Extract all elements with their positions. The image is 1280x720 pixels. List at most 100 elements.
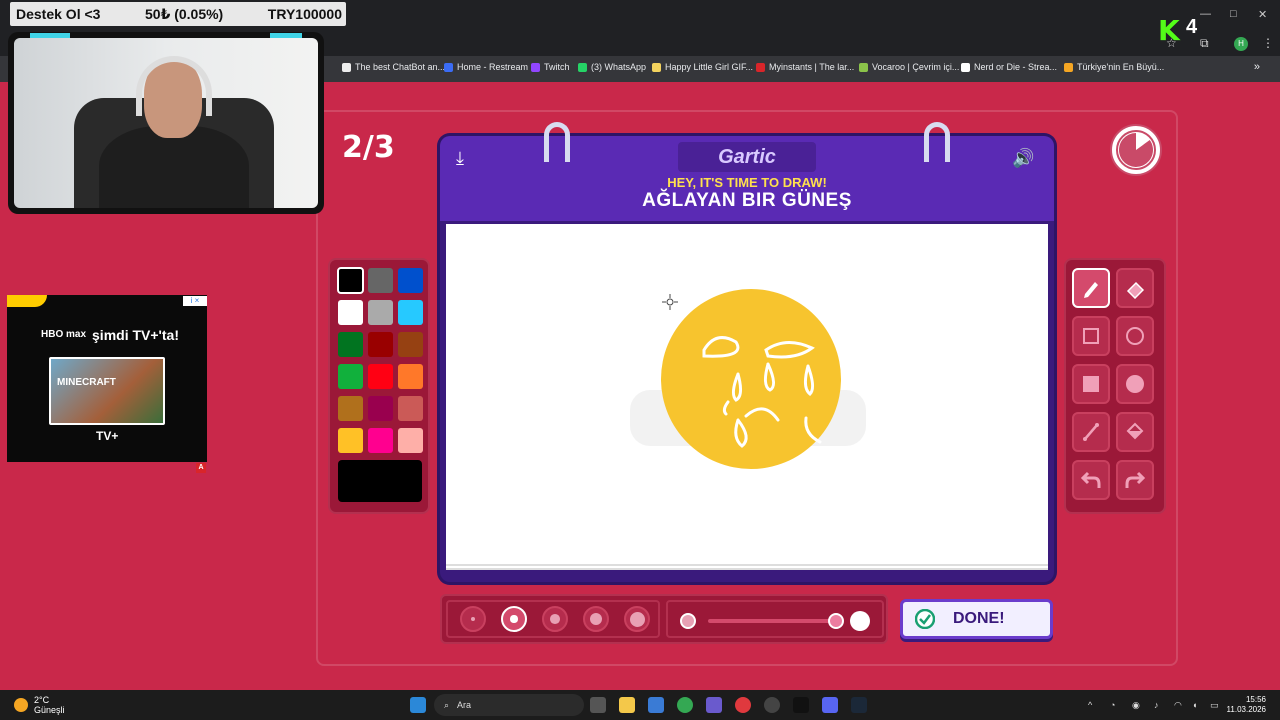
mic-icon[interactable]: ♪ <box>1154 700 1159 710</box>
bookmark-label: (3) WhatsApp <box>591 62 647 72</box>
bookmark-icon <box>578 62 587 72</box>
tool-bucket[interactable] <box>1116 412 1154 452</box>
tool-ellipse[interactable] <box>1116 316 1154 356</box>
menu-dots-icon[interactable]: ⋮ <box>1262 36 1274 50</box>
battery-icon[interactable]: ▭ <box>1210 700 1219 711</box>
minimize-icon[interactable]: — <box>1200 8 1211 20</box>
extensions-icon[interactable]: ⧉ <box>1200 36 1209 51</box>
app-icon[interactable] <box>764 697 780 713</box>
steam-icon[interactable] <box>851 697 867 713</box>
bookmark-label: Türkiye'nin En Büyü... <box>1077 62 1165 72</box>
taskbar-search[interactable]: ⌕ Ara <box>434 694 584 716</box>
color-swatch[interactable] <box>368 428 393 453</box>
color-swatch[interactable] <box>338 332 363 357</box>
crosshair-cursor <box>662 294 678 310</box>
drawing-pad: ⤓ Gartic 🔊 HEY, IT'S TIME TO DRAW! AĞLAY… <box>440 122 1054 582</box>
app-tray-icon[interactable]: ◉ <box>1132 700 1140 711</box>
store-icon[interactable] <box>648 697 664 713</box>
bookmark-icon <box>342 62 351 72</box>
streamer-body <box>99 126 249 208</box>
tool-filled-ellipse[interactable] <box>1116 364 1154 404</box>
bookmark-item[interactable]: Happy Little Girl GIF... <box>652 62 753 72</box>
color-swatch[interactable] <box>368 300 393 325</box>
color-swatch[interactable] <box>398 332 423 357</box>
profile-avatar[interactable]: H <box>1234 37 1248 51</box>
color-swatch[interactable] <box>398 300 423 325</box>
close-icon[interactable]: ✕ <box>1258 8 1267 21</box>
brush-size-2[interactable] <box>501 606 527 632</box>
sound-icon[interactable]: 🔊 <box>1012 148 1034 169</box>
bucket-icon <box>1126 422 1144 440</box>
chrome-icon[interactable] <box>677 697 693 713</box>
color-swatch[interactable] <box>398 364 423 389</box>
windows-start-icon[interactable] <box>410 697 426 713</box>
filled-ellipse-icon <box>1126 375 1144 393</box>
brush-size-5[interactable] <box>624 606 650 632</box>
network-icon[interactable]: ◔ <box>1110 700 1115 710</box>
advertisement[interactable]: HBO max şimdi TV+'ta! MINECRAFT TV+ <box>7 295 207 462</box>
discord-icon[interactable] <box>822 697 838 713</box>
tool-filled-rectangle[interactable] <box>1072 364 1110 404</box>
chevron-right-double-icon[interactable]: » <box>1254 61 1260 73</box>
task-view-icon[interactable] <box>590 697 606 713</box>
bookmark-item[interactable]: (3) WhatsApp <box>578 62 646 72</box>
tool-pencil[interactable] <box>1072 268 1110 308</box>
tool-rectangle[interactable] <box>1072 316 1110 356</box>
clock[interactable]: 15:56 11.03.2026 <box>1227 695 1266 715</box>
bookmark-item[interactable]: Vocaroo | Çevrim içi... <box>859 62 959 72</box>
tiktok-icon[interactable] <box>793 697 809 713</box>
color-swatch[interactable] <box>398 396 423 421</box>
done-button[interactable]: DONE! <box>900 599 1053 639</box>
color-swatch[interactable] <box>338 300 363 325</box>
obs-icon[interactable] <box>735 697 751 713</box>
color-swatch[interactable] <box>368 268 393 293</box>
brush-size-1[interactable] <box>460 606 486 632</box>
ad-info-icon[interactable]: i × <box>183 296 207 306</box>
volume-icon[interactable]: ◖ <box>1192 700 1197 710</box>
bookmark-item[interactable]: Nerd or Die - Strea... <box>961 62 1057 72</box>
bookmark-label: Happy Little Girl GIF... <box>665 62 754 72</box>
bookmark-icon <box>444 62 453 72</box>
drawing <box>630 289 866 469</box>
file-explorer-icon[interactable] <box>619 697 635 713</box>
bookmark-item[interactable]: Twitch <box>531 62 570 72</box>
kick-logo: K <box>1158 14 1180 47</box>
donation-progress: 50₺ (0.05%) <box>145 5 224 22</box>
undo-icon <box>1080 471 1101 488</box>
tool-eraser[interactable] <box>1116 268 1154 308</box>
bookmark-item[interactable]: Myinstants | The lar... <box>756 62 854 72</box>
app-icon[interactable] <box>706 697 722 713</box>
bookmark-item[interactable]: Türkiye'nin En Büyü... <box>1064 62 1164 72</box>
drawing-canvas[interactable] <box>446 224 1048 570</box>
color-swatch[interactable] <box>398 428 423 453</box>
opacity-slider-handle[interactable] <box>828 613 844 629</box>
tool-undo[interactable] <box>1072 460 1110 500</box>
ellipse-icon <box>1126 327 1144 345</box>
download-icon[interactable]: ⤓ <box>456 148 464 169</box>
weather-widget[interactable]: 2°C Güneşli <box>14 695 65 715</box>
maximize-icon[interactable]: □ <box>1230 8 1237 20</box>
color-swatch[interactable] <box>338 364 363 389</box>
brush-size-3[interactable] <box>542 606 568 632</box>
ad-headline-row: HBO max şimdi TV+'ta! <box>41 327 179 343</box>
color-swatch[interactable] <box>398 268 423 293</box>
ad-image-title: MINECRAFT <box>57 377 116 388</box>
bookmark-item[interactable]: The best ChatBot an... <box>342 62 445 72</box>
color-swatch[interactable] <box>368 364 393 389</box>
color-swatch[interactable] <box>338 396 363 421</box>
tool-redo[interactable] <box>1116 460 1154 500</box>
color-swatch[interactable] <box>338 428 363 453</box>
color-swatch[interactable] <box>337 267 364 294</box>
color-swatch[interactable] <box>368 396 393 421</box>
tray-chevron-icon[interactable]: ^ <box>1088 700 1092 710</box>
wifi-icon[interactable]: ◠ <box>1174 700 1182 711</box>
taskbar: 2°C Güneşli ⌕ Ara ^ ◔ ◉ ♪ ◠ ◖ ▭ 15:56 11… <box>0 690 1280 720</box>
brush-size-4[interactable] <box>583 606 609 632</box>
filled-rectangle-icon <box>1083 376 1099 392</box>
bookmark-label: Myinstants | The lar... <box>769 62 855 72</box>
brush-size-dot <box>550 614 560 624</box>
color-swatch[interactable] <box>368 332 393 357</box>
tool-line[interactable] <box>1072 412 1110 452</box>
brush-size-dot <box>510 615 518 623</box>
bookmark-item[interactable]: Home - Restream <box>444 62 528 72</box>
